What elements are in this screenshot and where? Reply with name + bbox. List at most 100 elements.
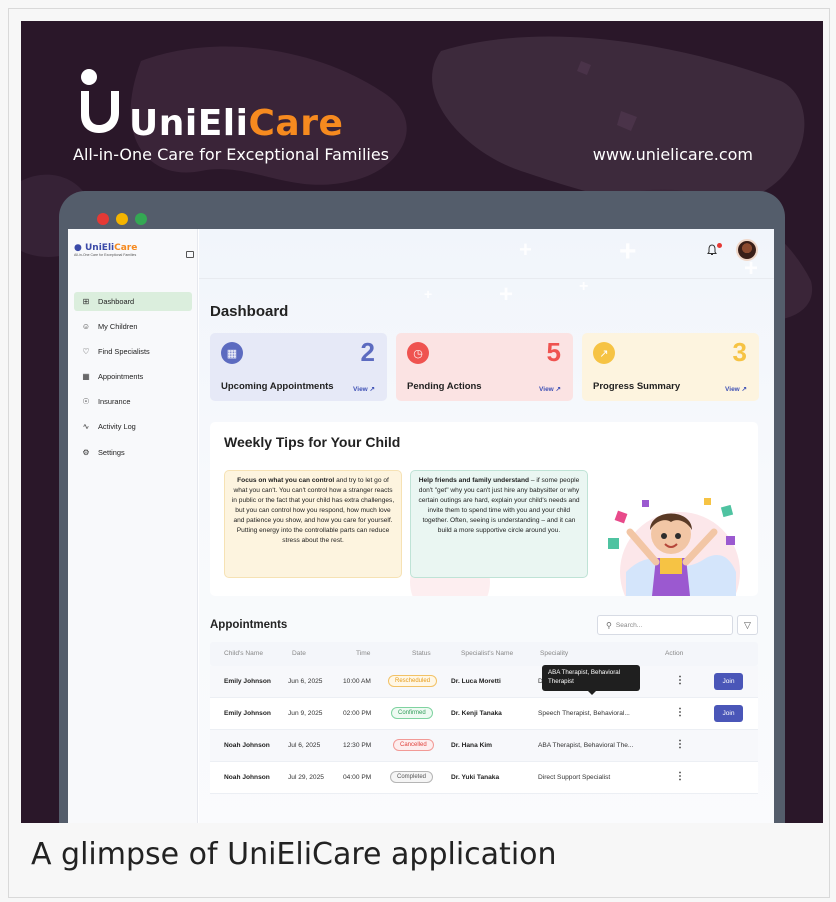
website-url: www.unielicare.com bbox=[592, 145, 753, 164]
figure-caption: A glimpse of UniEliCare application bbox=[31, 837, 557, 872]
card-value: 3 bbox=[732, 337, 747, 367]
page-title: Dashboard bbox=[210, 303, 289, 320]
sidebar-logo[interactable]: ● UniEliCare All-in-One Care for Excepti… bbox=[74, 243, 137, 257]
appointment-time: 12:30 PM bbox=[343, 742, 372, 749]
card-pending-actions[interactable]: ◷ 5 Pending Actions View ↗ bbox=[396, 333, 573, 401]
tip-text: – if some people don't "get" why you can… bbox=[418, 477, 580, 534]
card-upcoming-appointments[interactable]: ▦ 2 Upcoming Appointments View ↗ bbox=[210, 333, 387, 401]
column-header: Specialist's Name bbox=[461, 650, 514, 657]
sidebar-item-label: Insurance bbox=[98, 397, 131, 406]
appointment-date: Jul 6, 2025 bbox=[288, 742, 321, 749]
join-button[interactable]: Join bbox=[714, 673, 743, 690]
sidebar-item-activity-log[interactable]: ∿ Activity Log bbox=[74, 417, 192, 436]
speciality: Speech Therapist, Behavioral... bbox=[538, 710, 630, 717]
column-header: Speciality bbox=[540, 650, 569, 657]
card-progress-summary[interactable]: ↗ 3 Progress Summary View ↗ bbox=[582, 333, 759, 401]
specialist-name: Dr. Yuki Tanaka bbox=[451, 774, 500, 781]
card-view-link[interactable]: View ↗ bbox=[353, 385, 375, 393]
join-button[interactable]: Join bbox=[714, 705, 743, 722]
specialist-name: Dr. Luca Moretti bbox=[451, 678, 501, 685]
tip-heading: Focus on what you can control bbox=[237, 477, 335, 484]
gear-icon: ⚙ bbox=[82, 447, 90, 457]
table-row[interactable]: Emily Johnson Jun 9, 2025 02:00 PM Confi… bbox=[210, 698, 758, 730]
card-value: 2 bbox=[360, 337, 375, 367]
top-bar: + + + bbox=[199, 229, 774, 281]
table-row[interactable]: Noah Johnson Jul 29, 2025 04:00 PM Compl… bbox=[210, 762, 758, 794]
window-minimize-dot bbox=[116, 213, 128, 225]
brand-name: UniEliCare bbox=[129, 103, 344, 144]
appointment-time: 02:00 PM bbox=[343, 710, 372, 717]
sidebar-item-my-children[interactable]: ☺ My Children bbox=[74, 317, 192, 336]
plus-decoration-icon: + bbox=[499, 281, 514, 308]
tip-heading: Help friends and family understand bbox=[418, 477, 530, 484]
more-actions-icon[interactable]: ⋮ bbox=[675, 739, 685, 750]
specialist-name: Dr. Hana Kim bbox=[451, 742, 493, 749]
calendar-icon: ▦ bbox=[82, 371, 90, 381]
child-name: Emily Johnson bbox=[224, 678, 271, 685]
child-name: Noah Johnson bbox=[224, 774, 270, 781]
plus-decoration-icon: + bbox=[519, 237, 532, 262]
child-illustration bbox=[608, 498, 736, 596]
sidebar: ● UniEliCare All-in-One Care for Excepti… bbox=[68, 229, 198, 823]
brand-tagline: All-in-One Care for Exceptional Families bbox=[73, 145, 390, 164]
appointments-table: Child's Name Date Time Status Specialist… bbox=[210, 642, 758, 794]
notification-dot bbox=[717, 243, 722, 248]
tip-card-understand: Help friends and family understand – if … bbox=[410, 470, 588, 578]
filter-icon: ▽ bbox=[744, 619, 751, 630]
status-badge: Confirmed bbox=[391, 707, 433, 719]
card-value: 5 bbox=[546, 337, 561, 367]
sidebar-item-label: My Children bbox=[98, 322, 138, 331]
tip-card-control: Focus on what you can control and try to… bbox=[224, 470, 402, 578]
calendar-clock-icon: ▦ bbox=[221, 342, 243, 364]
notification-bell-icon[interactable] bbox=[707, 244, 717, 256]
appointment-date: Jul 29, 2025 bbox=[288, 774, 324, 781]
table-row[interactable]: Noah Johnson Jul 6, 2025 12:30 PM Cancel… bbox=[210, 730, 758, 762]
card-label: Upcoming Appointments bbox=[221, 381, 334, 392]
card-view-link[interactable]: View ↗ bbox=[539, 385, 561, 393]
more-actions-icon[interactable]: ⋮ bbox=[675, 675, 685, 686]
column-header: Time bbox=[356, 650, 371, 657]
logo-mark-icon bbox=[81, 69, 119, 133]
sidebar-collapse-icon[interactable] bbox=[186, 251, 194, 258]
search-icon: ⚲ bbox=[606, 620, 612, 630]
table-row[interactable]: Emily Johnson Jun 6, 2025 10:00 AM Resch… bbox=[210, 666, 758, 698]
status-badge: Completed bbox=[390, 771, 434, 783]
window-close-dot bbox=[97, 213, 109, 225]
sidebar-item-label: Settings bbox=[98, 448, 125, 457]
person-icon: ☺ bbox=[81, 321, 91, 331]
sidebar-item-label: Appointments bbox=[98, 372, 144, 381]
child-name: Emily Johnson bbox=[224, 710, 271, 717]
plus-decoration-icon: + bbox=[424, 286, 433, 302]
appointment-time: 10:00 AM bbox=[343, 678, 371, 685]
card-view-link[interactable]: View ↗ bbox=[725, 385, 747, 393]
sidebar-item-appointments[interactable]: ▦ Appointments bbox=[74, 367, 192, 386]
column-header: Child's Name bbox=[224, 650, 264, 657]
appointment-date: Jun 9, 2025 bbox=[288, 710, 323, 717]
search-input[interactable]: ⚲ Search... bbox=[597, 615, 733, 635]
specialist-name: Dr. Kenji Tanaka bbox=[451, 710, 502, 717]
more-actions-icon[interactable]: ⋮ bbox=[675, 707, 685, 718]
window-maximize-dot bbox=[135, 213, 147, 225]
sidebar-item-label: Dashboard bbox=[98, 297, 135, 306]
plus-decoration-icon: + bbox=[579, 278, 589, 295]
sidebar-item-insurance[interactable]: ☉ Insurance bbox=[74, 392, 192, 411]
search-placeholder: Search... bbox=[615, 621, 643, 629]
card-label: Progress Summary bbox=[593, 381, 681, 392]
grid-icon: ⊞ bbox=[82, 296, 90, 306]
sidebar-item-label: Find Specialists bbox=[98, 347, 150, 356]
appointment-time: 04:00 PM bbox=[343, 774, 372, 781]
sidebar-item-dashboard[interactable]: ⊞ Dashboard bbox=[74, 292, 192, 311]
figure-frame: UniEliCare All-in-One Care for Exception… bbox=[8, 8, 830, 898]
trend-up-icon: ↗ bbox=[593, 342, 615, 364]
sidebar-item-find-specialists[interactable]: ♡ Find Specialists bbox=[74, 342, 192, 361]
appointment-date: Jun 6, 2025 bbox=[288, 678, 323, 685]
sidebar-item-settings[interactable]: ⚙ Settings bbox=[74, 443, 192, 462]
filter-button[interactable]: ▽ bbox=[737, 615, 758, 635]
column-header: Date bbox=[292, 650, 306, 657]
speciality-tooltip: ABA Therapist, Behavioral Therapist bbox=[542, 665, 640, 695]
column-header: Action bbox=[665, 650, 684, 657]
avatar[interactable] bbox=[736, 239, 758, 261]
more-actions-icon[interactable]: ⋮ bbox=[675, 771, 685, 782]
activity-icon: ∿ bbox=[82, 421, 90, 431]
card-label: Pending Actions bbox=[407, 381, 482, 392]
